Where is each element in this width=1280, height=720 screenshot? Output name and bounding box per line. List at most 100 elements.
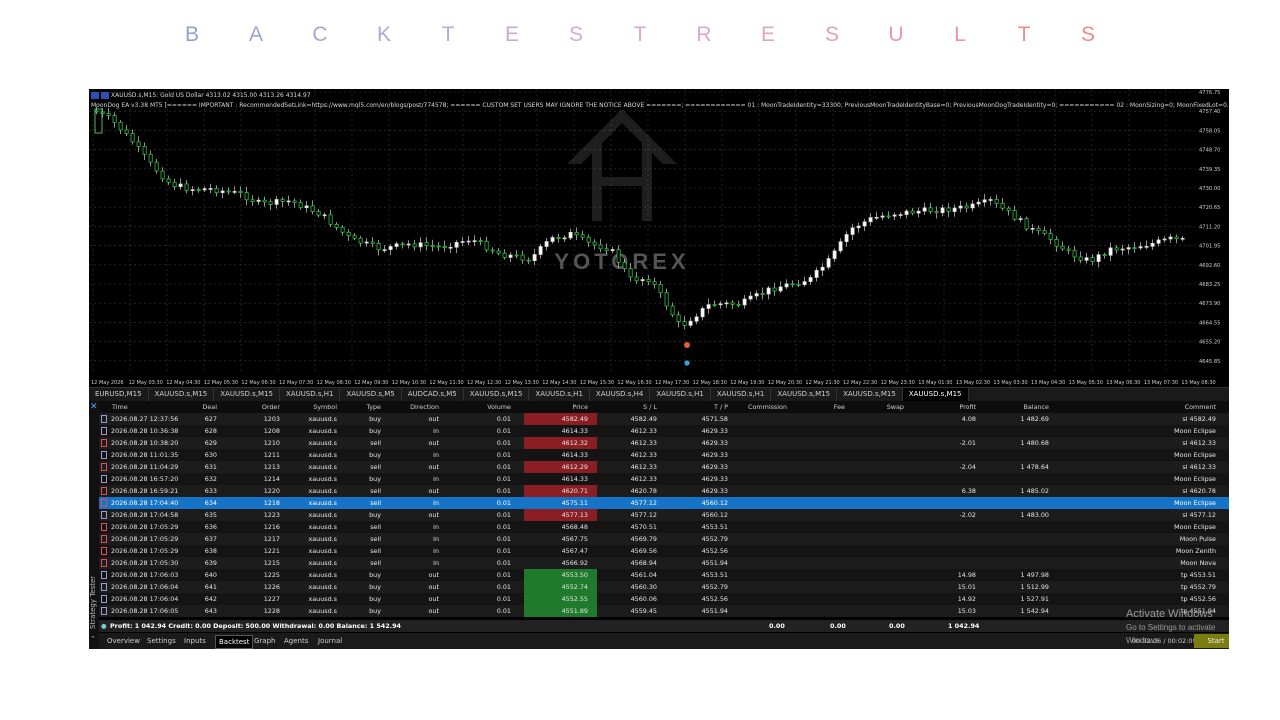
tab-overview[interactable]: Overview xyxy=(107,635,140,647)
tab-backtest[interactable]: Backtest xyxy=(215,635,254,649)
header-tp[interactable]: T / P xyxy=(714,401,728,413)
header-comment[interactable]: Comment xyxy=(1185,401,1216,413)
tab-settings[interactable]: Settings xyxy=(147,635,176,647)
header-profit[interactable]: Profit xyxy=(959,401,976,413)
candle-body xyxy=(694,316,699,322)
price-chart[interactable]: YOTOREX4776.754757.404758.054748.704739.… xyxy=(89,89,1229,387)
chart-menu-icon[interactable] xyxy=(101,92,109,99)
cell-profit: -2.02 xyxy=(959,511,976,519)
chart-tab[interactable]: EURUSD,M15 xyxy=(89,388,149,401)
header-time[interactable]: Time xyxy=(112,401,128,413)
cell-sl: 4612.33 xyxy=(630,463,657,471)
chart-tab[interactable]: XAUUSD.s,H1 xyxy=(650,388,711,401)
cell-deal: 643 xyxy=(204,607,217,615)
header-type[interactable]: Type xyxy=(366,401,381,413)
candle-body xyxy=(268,201,273,205)
candle-body xyxy=(976,201,981,205)
trade-marker[interactable] xyxy=(684,360,690,366)
candle-body xyxy=(358,237,363,244)
cell-deal: 630 xyxy=(204,451,217,459)
cell-time: 2026.08.28 11:01:35 xyxy=(111,451,179,459)
chart-tab[interactable]: XAUUSD.s,M15 xyxy=(837,388,903,401)
header-direction[interactable]: Direction xyxy=(410,401,439,413)
cell-deal: 639 xyxy=(204,559,217,567)
cell-direction: out xyxy=(428,439,439,447)
candle-body xyxy=(742,298,747,306)
header-deal[interactable]: Deal xyxy=(202,401,217,413)
tab-inputs[interactable]: Inputs xyxy=(184,635,206,647)
chart-menu-icon[interactable] xyxy=(91,92,99,99)
activate-windows-watermark: Activate Windows Go to Settings to activ… xyxy=(1126,608,1229,647)
candle-body xyxy=(424,242,429,246)
table-row[interactable]: 2026.08.28 17:06:04 642 1227 xauusd.s buy out… xyxy=(99,593,1229,605)
table-row[interactable]: 2026.08.28 17:06:04 641 1226 xauusd.s buy out… xyxy=(99,581,1229,593)
tab-journal[interactable]: Journal xyxy=(318,635,342,647)
cell-profit: 14.92 xyxy=(957,595,976,603)
header-swap[interactable]: Swap xyxy=(887,401,904,413)
chart-tab[interactable]: XAUUSD.s,H4 xyxy=(590,388,651,401)
table-row[interactable]: 2026.08.28 16:59:21 633 1220 xauusd.s sell ou… xyxy=(99,485,1229,497)
header-price[interactable]: Price xyxy=(572,401,588,413)
summary-profit: 1 042.94 xyxy=(948,622,980,630)
cell-time: 2026.08.27 12:37:56 xyxy=(111,415,179,423)
candle-body xyxy=(592,241,597,246)
table-row[interactable]: 2026.08.28 16:57:20 632 1214 xauusd.s buy in 0… xyxy=(99,473,1229,485)
table-row[interactable]: 2026.08.28 17:06:03 640 1225 xauusd.s buy out… xyxy=(99,569,1229,581)
candle-body xyxy=(850,227,855,235)
candle-body xyxy=(478,240,483,243)
cell-volume: 0.01 xyxy=(496,607,511,615)
header-sl[interactable]: S / L xyxy=(643,401,657,413)
chart-tab[interactable]: XAUUSD.s,H1 xyxy=(529,388,590,401)
cell-order: 1213 xyxy=(263,463,280,471)
table-row[interactable]: 2026.08.28 10:36:38 628 1208 xauusd.s buy in 0… xyxy=(99,425,1229,437)
summary-swap: 0.00 xyxy=(889,622,905,630)
candle-body xyxy=(484,240,489,251)
cell-profit: 4.08 xyxy=(961,415,976,423)
cell-time: 2026.08.28 17:05:29 xyxy=(111,535,179,543)
cell-price: 4551.89 xyxy=(561,607,588,615)
table-row[interactable]: 2026.08.28 10:38:20 629 1210 xauusd.s sell ou… xyxy=(99,437,1229,449)
table-row[interactable]: 2026.08.28 17:05:30 639 1215 xauusd.s sell in… xyxy=(99,557,1229,569)
chart-tab[interactable]: XAUUSD.s,H1 xyxy=(711,388,772,401)
cell-deal: 636 xyxy=(204,523,217,531)
cell-time: 2026.08.28 17:04:58 xyxy=(111,511,179,519)
cell-time: 2026.08.28 16:57:20 xyxy=(111,475,179,483)
candle-body xyxy=(982,199,987,203)
tab-graph[interactable]: Graph xyxy=(254,635,275,647)
chart-tab[interactable]: XAUUSD.s,M15 xyxy=(214,388,280,401)
deal-icon xyxy=(101,475,107,483)
price-label: 4730.00 xyxy=(1199,186,1220,192)
table-row[interactable]: 2026.08.28 17:05:29 637 1217 xauusd.s sell in… xyxy=(99,533,1229,545)
chart-tab[interactable]: XAUUSD.s,H1 xyxy=(280,388,341,401)
header-order[interactable]: Order xyxy=(262,401,280,413)
chart-tab[interactable]: XAUUSD.s,M15 xyxy=(149,388,215,401)
table-row[interactable]: 2026.08.28 17:06:05 643 1228 xauusd.s buy out… xyxy=(99,605,1229,617)
header-fee[interactable]: Fee xyxy=(834,401,845,413)
chart-tab[interactable]: XAUUSD.s,M15 xyxy=(464,388,530,401)
chart-tab[interactable]: XAUUSD.s,M15 xyxy=(771,388,838,401)
up-arrow-icon[interactable]: ⌃ xyxy=(90,635,96,643)
table-row[interactable]: 2026.08.28 17:04:40 634 1218 xauusd.s sell in… xyxy=(99,497,1229,509)
table-row[interactable]: 2026.08.28 17:05:29 638 1221 xauusd.s sell in… xyxy=(99,545,1229,557)
header-commission[interactable]: Commission xyxy=(748,401,787,413)
title-letter: A xyxy=(248,23,263,46)
header-balance[interactable]: Balance xyxy=(1024,401,1050,413)
table-row[interactable]: 2026.08.27 12:37:56 627 1203 xauusd.s buy out… xyxy=(99,413,1229,425)
chart-tab[interactable]: AUDCAD.s,M5 xyxy=(402,388,464,401)
candle-body xyxy=(928,207,933,212)
table-row[interactable]: 2026.08.28 17:04:58 635 1223 xauusd.s buy out… xyxy=(99,509,1229,521)
chart-tab[interactable]: XAUUSD.s,M15 xyxy=(902,388,969,401)
chart-tab[interactable]: XAUUSD.s,M5 xyxy=(340,388,402,401)
trade-marker[interactable] xyxy=(684,342,690,348)
cell-balance: 1 527.91 xyxy=(1020,595,1049,603)
cell-time: 2026.08.28 16:59:21 xyxy=(111,487,179,495)
header-volume[interactable]: Volume xyxy=(487,401,511,413)
table-row[interactable]: 2026.08.28 11:01:35 630 1211 xauusd.s buy in 0… xyxy=(99,449,1229,461)
table-row[interactable]: 2026.08.28 17:05:29 636 1216 xauusd.s sell in… xyxy=(99,521,1229,533)
cell-direction: out xyxy=(428,415,439,423)
tab-agents[interactable]: Agents xyxy=(284,635,308,647)
cell-profit: 6.38 xyxy=(961,487,976,495)
header-symbol[interactable]: Symbol xyxy=(313,401,337,413)
candle-body xyxy=(964,205,969,209)
table-row[interactable]: 2026.08.28 11:04:29 631 1213 xauusd.s sell ou… xyxy=(99,461,1229,473)
